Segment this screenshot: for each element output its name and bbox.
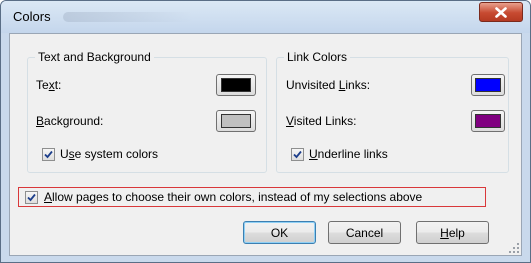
help-button-label: Help	[440, 225, 465, 240]
dialog-body: Text and Background Text: Background: Us…	[9, 33, 522, 256]
allow-pages-colors-label[interactable]: Allow pages to choose their own colors, …	[44, 190, 422, 204]
visited-links-swatch	[475, 114, 501, 128]
background-color-button[interactable]	[216, 110, 256, 132]
blurred-title-text	[63, 12, 193, 22]
text-color-label: Text:	[36, 78, 62, 92]
unvisited-links-swatch	[475, 78, 501, 92]
help-button[interactable]: Help	[416, 221, 489, 244]
link-colors-group: Link Colors Unvisited Links: Visited Lin…	[276, 50, 509, 173]
ok-button[interactable]: OK	[243, 221, 316, 244]
allow-pages-colors-checkbox[interactable]	[25, 191, 38, 204]
text-color-swatch	[221, 78, 251, 92]
checkmark-icon	[293, 150, 302, 159]
underline-links-label[interactable]: Underline links	[309, 147, 388, 161]
checkmark-icon	[27, 193, 36, 202]
window-title: Colors	[13, 9, 51, 24]
underline-links-checkbox[interactable]	[291, 148, 304, 161]
background-color-label: Background:	[36, 114, 104, 128]
checkmark-icon	[44, 150, 53, 159]
colors-dialog: Colors Text and Background Text: Backgro…	[0, 0, 531, 263]
close-button[interactable]	[479, 2, 523, 22]
cancel-button-label: Cancel	[345, 225, 384, 240]
ok-button-label: OK	[270, 225, 289, 240]
group-legend: Link Colors	[284, 50, 351, 64]
cancel-button[interactable]: Cancel	[328, 221, 401, 244]
group-legend: Text and Background	[35, 50, 154, 64]
resize-grip-icon[interactable]	[509, 243, 519, 253]
close-icon	[495, 6, 507, 18]
use-system-colors-checkbox[interactable]	[42, 148, 55, 161]
text-background-group: Text and Background Text: Background: Us…	[27, 50, 267, 173]
title-bar[interactable]: Colors	[1, 1, 530, 33]
unvisited-links-color-button[interactable]	[471, 74, 505, 96]
text-color-button[interactable]	[216, 74, 256, 96]
visited-links-color-button[interactable]	[471, 110, 505, 132]
background-color-swatch	[221, 114, 251, 128]
visited-links-label: Visited Links:	[286, 114, 357, 128]
unvisited-links-label: Unvisited Links:	[286, 78, 371, 92]
use-system-colors-label[interactable]: Use system colors	[60, 147, 158, 161]
